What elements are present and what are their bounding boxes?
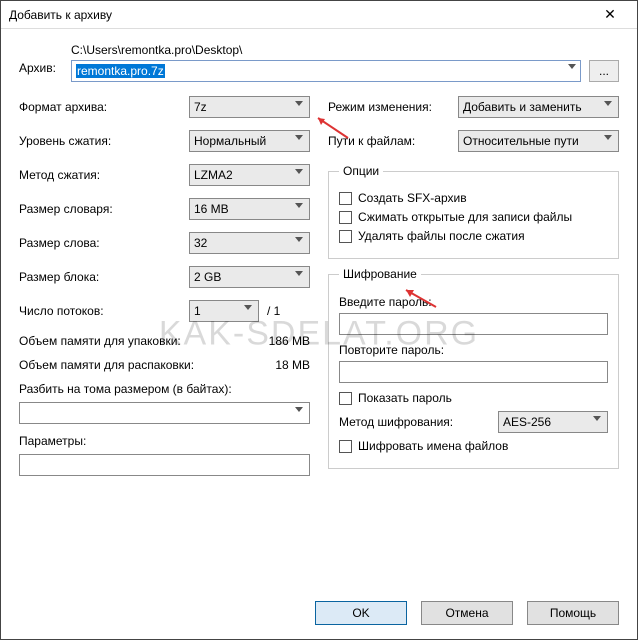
options-group: Опции Создать SFX-архив Сжимать открытые…: [328, 164, 619, 259]
chevron-down-icon: [295, 169, 303, 174]
chevron-down-icon: [593, 416, 601, 421]
mem-unpack-label: Объем памяти для распаковки:: [19, 358, 194, 372]
close-icon[interactable]: ✕: [591, 1, 629, 28]
mem-pack-value: 186 MB: [269, 334, 310, 348]
block-label: Размер блока:: [19, 270, 189, 284]
encryption-legend: Шифрование: [339, 267, 421, 281]
password-input[interactable]: [339, 313, 608, 335]
left-column: Формат архива: 7z Уровень сжатия: Нормал…: [19, 96, 310, 477]
show-password-checkbox[interactable]: [339, 392, 352, 405]
method-label: Метод сжатия:: [19, 168, 189, 182]
threads-max: / 1: [267, 304, 280, 318]
word-select[interactable]: 32: [189, 232, 310, 254]
method-select[interactable]: LZMA2: [189, 164, 310, 186]
password2-label: Повторите пароль:: [339, 343, 608, 357]
chevron-down-icon: [568, 64, 576, 69]
encryption-group: Шифрование Введите пароль: Повторите пар…: [328, 267, 619, 469]
dict-select[interactable]: 16 MB: [189, 198, 310, 220]
ok-button[interactable]: OK: [315, 601, 407, 625]
archive-name-input[interactable]: remontka.pro.7z: [71, 60, 581, 82]
cancel-button[interactable]: Отмена: [421, 601, 513, 625]
update-mode-label: Режим изменения:: [328, 100, 458, 114]
level-select[interactable]: Нормальный: [189, 130, 310, 152]
word-label: Размер слова:: [19, 236, 189, 250]
block-select[interactable]: 2 GB: [189, 266, 310, 288]
dialog-body: Архив: C:\Users\remontka.pro\Desktop\ re…: [1, 29, 637, 639]
format-select[interactable]: 7z: [189, 96, 310, 118]
archive-name-value: remontka.pro.7z: [76, 64, 165, 78]
footer-buttons: OK Отмена Помощь: [315, 601, 619, 625]
delete-after-checkbox[interactable]: [339, 230, 352, 243]
help-button[interactable]: Помощь: [527, 601, 619, 625]
archive-label: Архив:: [19, 43, 71, 75]
sfx-checkbox[interactable]: [339, 192, 352, 205]
params-input[interactable]: [19, 454, 310, 476]
dict-label: Размер словаря:: [19, 202, 189, 216]
params-label: Параметры:: [19, 434, 310, 448]
threads-label: Число потоков:: [19, 304, 189, 318]
chevron-down-icon: [295, 237, 303, 242]
enc-method-label: Метод шифрования:: [339, 415, 488, 429]
enc-method-select[interactable]: AES-256: [498, 411, 608, 433]
paths-label: Пути к файлам:: [328, 134, 458, 148]
chevron-down-icon: [295, 271, 303, 276]
encrypt-names-checkbox[interactable]: [339, 440, 352, 453]
password-label: Введите пароль:: [339, 295, 608, 309]
window-title: Добавить к архиву: [9, 8, 591, 22]
show-password-label: Показать пароль: [358, 391, 452, 405]
update-mode-select[interactable]: Добавить и заменить: [458, 96, 619, 118]
mem-unpack-value: 18 MB: [275, 358, 310, 372]
chevron-down-icon: [295, 101, 303, 106]
compress-open-checkbox[interactable]: [339, 211, 352, 224]
right-column: Режим изменения: Добавить и заменить Пут…: [328, 96, 619, 477]
browse-button[interactable]: ...: [589, 60, 619, 82]
split-label: Разбить на тома размером (в байтах):: [19, 382, 310, 396]
compress-open-label: Сжимать открытые для записи файлы: [358, 210, 572, 224]
chevron-down-icon: [244, 305, 252, 310]
format-label: Формат архива:: [19, 100, 189, 114]
sfx-label: Создать SFX-архив: [358, 191, 467, 205]
mem-pack-label: Объем памяти для упаковки:: [19, 334, 181, 348]
titlebar: Добавить к архиву ✕: [1, 1, 637, 29]
level-label: Уровень сжатия:: [19, 134, 189, 148]
archive-path: C:\Users\remontka.pro\Desktop\: [71, 43, 619, 57]
chevron-down-icon: [604, 135, 612, 140]
threads-select[interactable]: 1: [189, 300, 259, 322]
archive-row: Архив: C:\Users\remontka.pro\Desktop\ re…: [19, 43, 619, 82]
chevron-down-icon: [295, 407, 303, 412]
chevron-down-icon: [604, 101, 612, 106]
paths-select[interactable]: Относительные пути: [458, 130, 619, 152]
encrypt-names-label: Шифровать имена файлов: [358, 439, 508, 453]
delete-after-label: Удалять файлы после сжатия: [358, 229, 525, 243]
dialog-window: Добавить к архиву ✕ Архив: C:\Users\remo…: [0, 0, 638, 640]
chevron-down-icon: [295, 203, 303, 208]
chevron-down-icon: [295, 135, 303, 140]
options-legend: Опции: [339, 164, 383, 178]
password2-input[interactable]: [339, 361, 608, 383]
split-input[interactable]: [19, 402, 310, 424]
